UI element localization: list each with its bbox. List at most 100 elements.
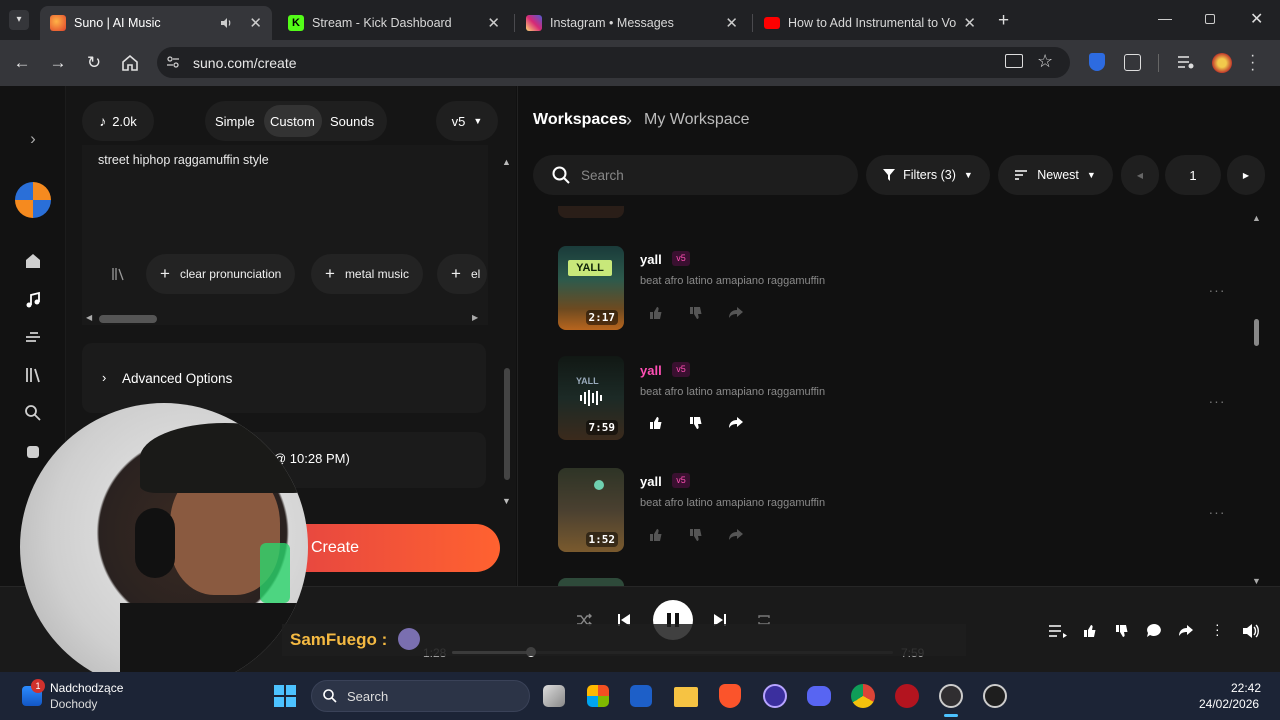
style-chip[interactable]: + el bbox=[437, 254, 487, 294]
expand-sidebar-icon[interactable]: › bbox=[22, 129, 44, 151]
style-scroll-up-icon[interactable]: ▲ bbox=[502, 157, 511, 167]
tab-instagram[interactable]: Instagram • Messages ✕ bbox=[516, 6, 748, 40]
comment-icon[interactable] bbox=[1146, 623, 1162, 639]
chips-scrollbar-thumb[interactable] bbox=[99, 315, 157, 323]
library-nav-icon[interactable] bbox=[22, 364, 44, 386]
app-circle-icon[interactable] bbox=[763, 684, 787, 708]
song-more-icon[interactable]: ··· bbox=[1205, 393, 1229, 409]
tab-suno[interactable]: Suno | AI Music ✕ bbox=[40, 6, 272, 40]
game-app-icon[interactable] bbox=[895, 684, 919, 708]
bookmark-star-icon[interactable]: ☆ bbox=[1037, 51, 1053, 72]
left-scrollbar-thumb[interactable] bbox=[504, 368, 510, 480]
taskbar-search[interactable] bbox=[311, 680, 530, 712]
browser-menu-icon[interactable]: · · · bbox=[1250, 48, 1255, 78]
volume-icon[interactable] bbox=[1242, 623, 1260, 639]
player-dislike-icon[interactable] bbox=[1114, 623, 1130, 639]
like-icon[interactable] bbox=[648, 305, 664, 321]
close-tab-icon[interactable]: ✕ bbox=[725, 14, 738, 32]
song-title[interactable]: yall bbox=[640, 252, 662, 267]
discord-icon[interactable] bbox=[807, 686, 831, 706]
like-icon[interactable] bbox=[648, 415, 664, 431]
close-tab-icon[interactable]: ✕ bbox=[963, 14, 976, 32]
close-window-icon[interactable]: ✕ bbox=[1250, 9, 1263, 29]
close-tab-icon[interactable]: ✕ bbox=[249, 14, 262, 32]
page-number[interactable]: 1 bbox=[1165, 155, 1221, 195]
file-explorer-icon[interactable] bbox=[674, 687, 698, 707]
chips-scroll-left-icon[interactable]: ◀ bbox=[86, 313, 92, 322]
sort-button[interactable]: Newest ▼ bbox=[998, 155, 1113, 195]
share-icon[interactable] bbox=[728, 527, 744, 543]
store-icon[interactable] bbox=[630, 685, 652, 707]
tab-kick[interactable]: K Stream - Kick Dashboard ✕ bbox=[278, 6, 510, 40]
dislike-icon[interactable] bbox=[688, 415, 704, 431]
tags-library-icon[interactable] bbox=[110, 266, 126, 282]
song-cover[interactable]: YALL 7:59 bbox=[558, 356, 624, 440]
player-share-icon[interactable] bbox=[1178, 623, 1194, 639]
style-chip[interactable]: + metal music bbox=[311, 254, 423, 294]
media-control-icon[interactable] bbox=[1177, 54, 1195, 70]
create-nav-icon[interactable] bbox=[22, 289, 44, 311]
media-player-icon[interactable] bbox=[983, 684, 1007, 708]
install-app-icon[interactable] bbox=[1005, 54, 1023, 68]
site-info-icon[interactable] bbox=[166, 55, 180, 69]
chips-scroll-right-icon[interactable]: ▶ bbox=[472, 313, 478, 322]
next-page-button[interactable]: ▶ bbox=[1227, 155, 1265, 195]
studio-nav-icon[interactable] bbox=[22, 327, 44, 349]
song-cover[interactable]: YALL 2:17 bbox=[558, 246, 624, 330]
song-title[interactable]: yall bbox=[640, 363, 662, 378]
list-scroll-up-icon[interactable]: ▲ bbox=[1252, 213, 1261, 223]
share-icon[interactable] bbox=[728, 305, 744, 321]
search-nav-icon[interactable] bbox=[22, 402, 44, 424]
player-like-icon[interactable] bbox=[1082, 623, 1098, 639]
task-view-icon[interactable] bbox=[543, 685, 565, 707]
list-scrollbar-thumb[interactable] bbox=[1254, 319, 1259, 346]
office-app-icon[interactable] bbox=[587, 685, 609, 707]
player-more-icon[interactable]: · · · bbox=[1215, 617, 1220, 641]
restore-icon[interactable] bbox=[1205, 14, 1215, 24]
forward-icon[interactable]: → bbox=[47, 52, 69, 74]
song-title[interactable]: yall bbox=[640, 474, 662, 489]
tab-youtube[interactable]: How to Add Instrumental to Vo ✕ bbox=[754, 6, 986, 40]
song-more-icon[interactable]: ··· bbox=[1205, 504, 1229, 520]
profile-avatar[interactable] bbox=[1212, 53, 1232, 73]
breadcrumb-chevron-icon: › bbox=[626, 110, 632, 130]
home-icon[interactable] bbox=[119, 52, 141, 74]
mode-sounds-tab[interactable]: Sounds bbox=[330, 114, 374, 129]
hooks-nav-icon[interactable] bbox=[22, 440, 44, 462]
breadcrumb-workspaces[interactable]: Workspaces bbox=[533, 111, 627, 129]
brave-browser-icon[interactable] bbox=[719, 684, 741, 708]
song-more-icon[interactable]: ··· bbox=[1205, 282, 1229, 298]
filters-button[interactable]: Filters (3) ▼ bbox=[866, 155, 990, 195]
new-tab-icon[interactable]: + bbox=[998, 10, 1009, 32]
style-textarea[interactable] bbox=[82, 145, 488, 325]
user-avatar[interactable] bbox=[15, 182, 51, 218]
start-icon[interactable] bbox=[273, 684, 297, 708]
mode-simple-tab[interactable]: Simple bbox=[215, 114, 255, 129]
credits-count: 2.0k bbox=[112, 113, 137, 129]
tab-search-button[interactable]: ▾ bbox=[9, 10, 29, 30]
queue-icon[interactable] bbox=[1049, 624, 1067, 638]
credits-badge[interactable]: ♪ 2.0k bbox=[82, 101, 154, 141]
style-chip[interactable]: + clear pronunciation bbox=[146, 254, 296, 294]
list-scroll-down-icon[interactable]: ▼ bbox=[1252, 576, 1261, 586]
obs-icon[interactable] bbox=[939, 684, 963, 708]
reload-icon[interactable]: ↻ bbox=[83, 52, 105, 74]
song-cover[interactable]: 1:52 bbox=[558, 468, 624, 552]
prev-page-button[interactable]: ◀ bbox=[1121, 155, 1159, 195]
extension-shield-icon[interactable] bbox=[1089, 53, 1105, 71]
dislike-icon[interactable] bbox=[688, 305, 704, 321]
chat-username: SamFuego : bbox=[290, 630, 388, 649]
chrome-icon[interactable] bbox=[851, 684, 875, 708]
back-icon[interactable]: ← bbox=[11, 52, 33, 74]
like-icon[interactable] bbox=[648, 527, 664, 543]
chevron-down-icon: ▼ bbox=[1086, 170, 1096, 180]
model-select[interactable]: v5 ▼ bbox=[436, 101, 498, 141]
home-nav-icon[interactable] bbox=[22, 250, 44, 272]
left-scroll-down-icon[interactable]: ▼ bbox=[502, 496, 511, 506]
extensions-puzzle-icon[interactable] bbox=[1124, 54, 1141, 71]
filter-funnel-icon bbox=[883, 169, 896, 181]
dislike-icon[interactable] bbox=[688, 527, 704, 543]
share-icon[interactable] bbox=[728, 415, 744, 431]
close-tab-icon[interactable]: ✕ bbox=[487, 14, 500, 32]
minimize-icon[interactable] bbox=[1158, 19, 1172, 20]
